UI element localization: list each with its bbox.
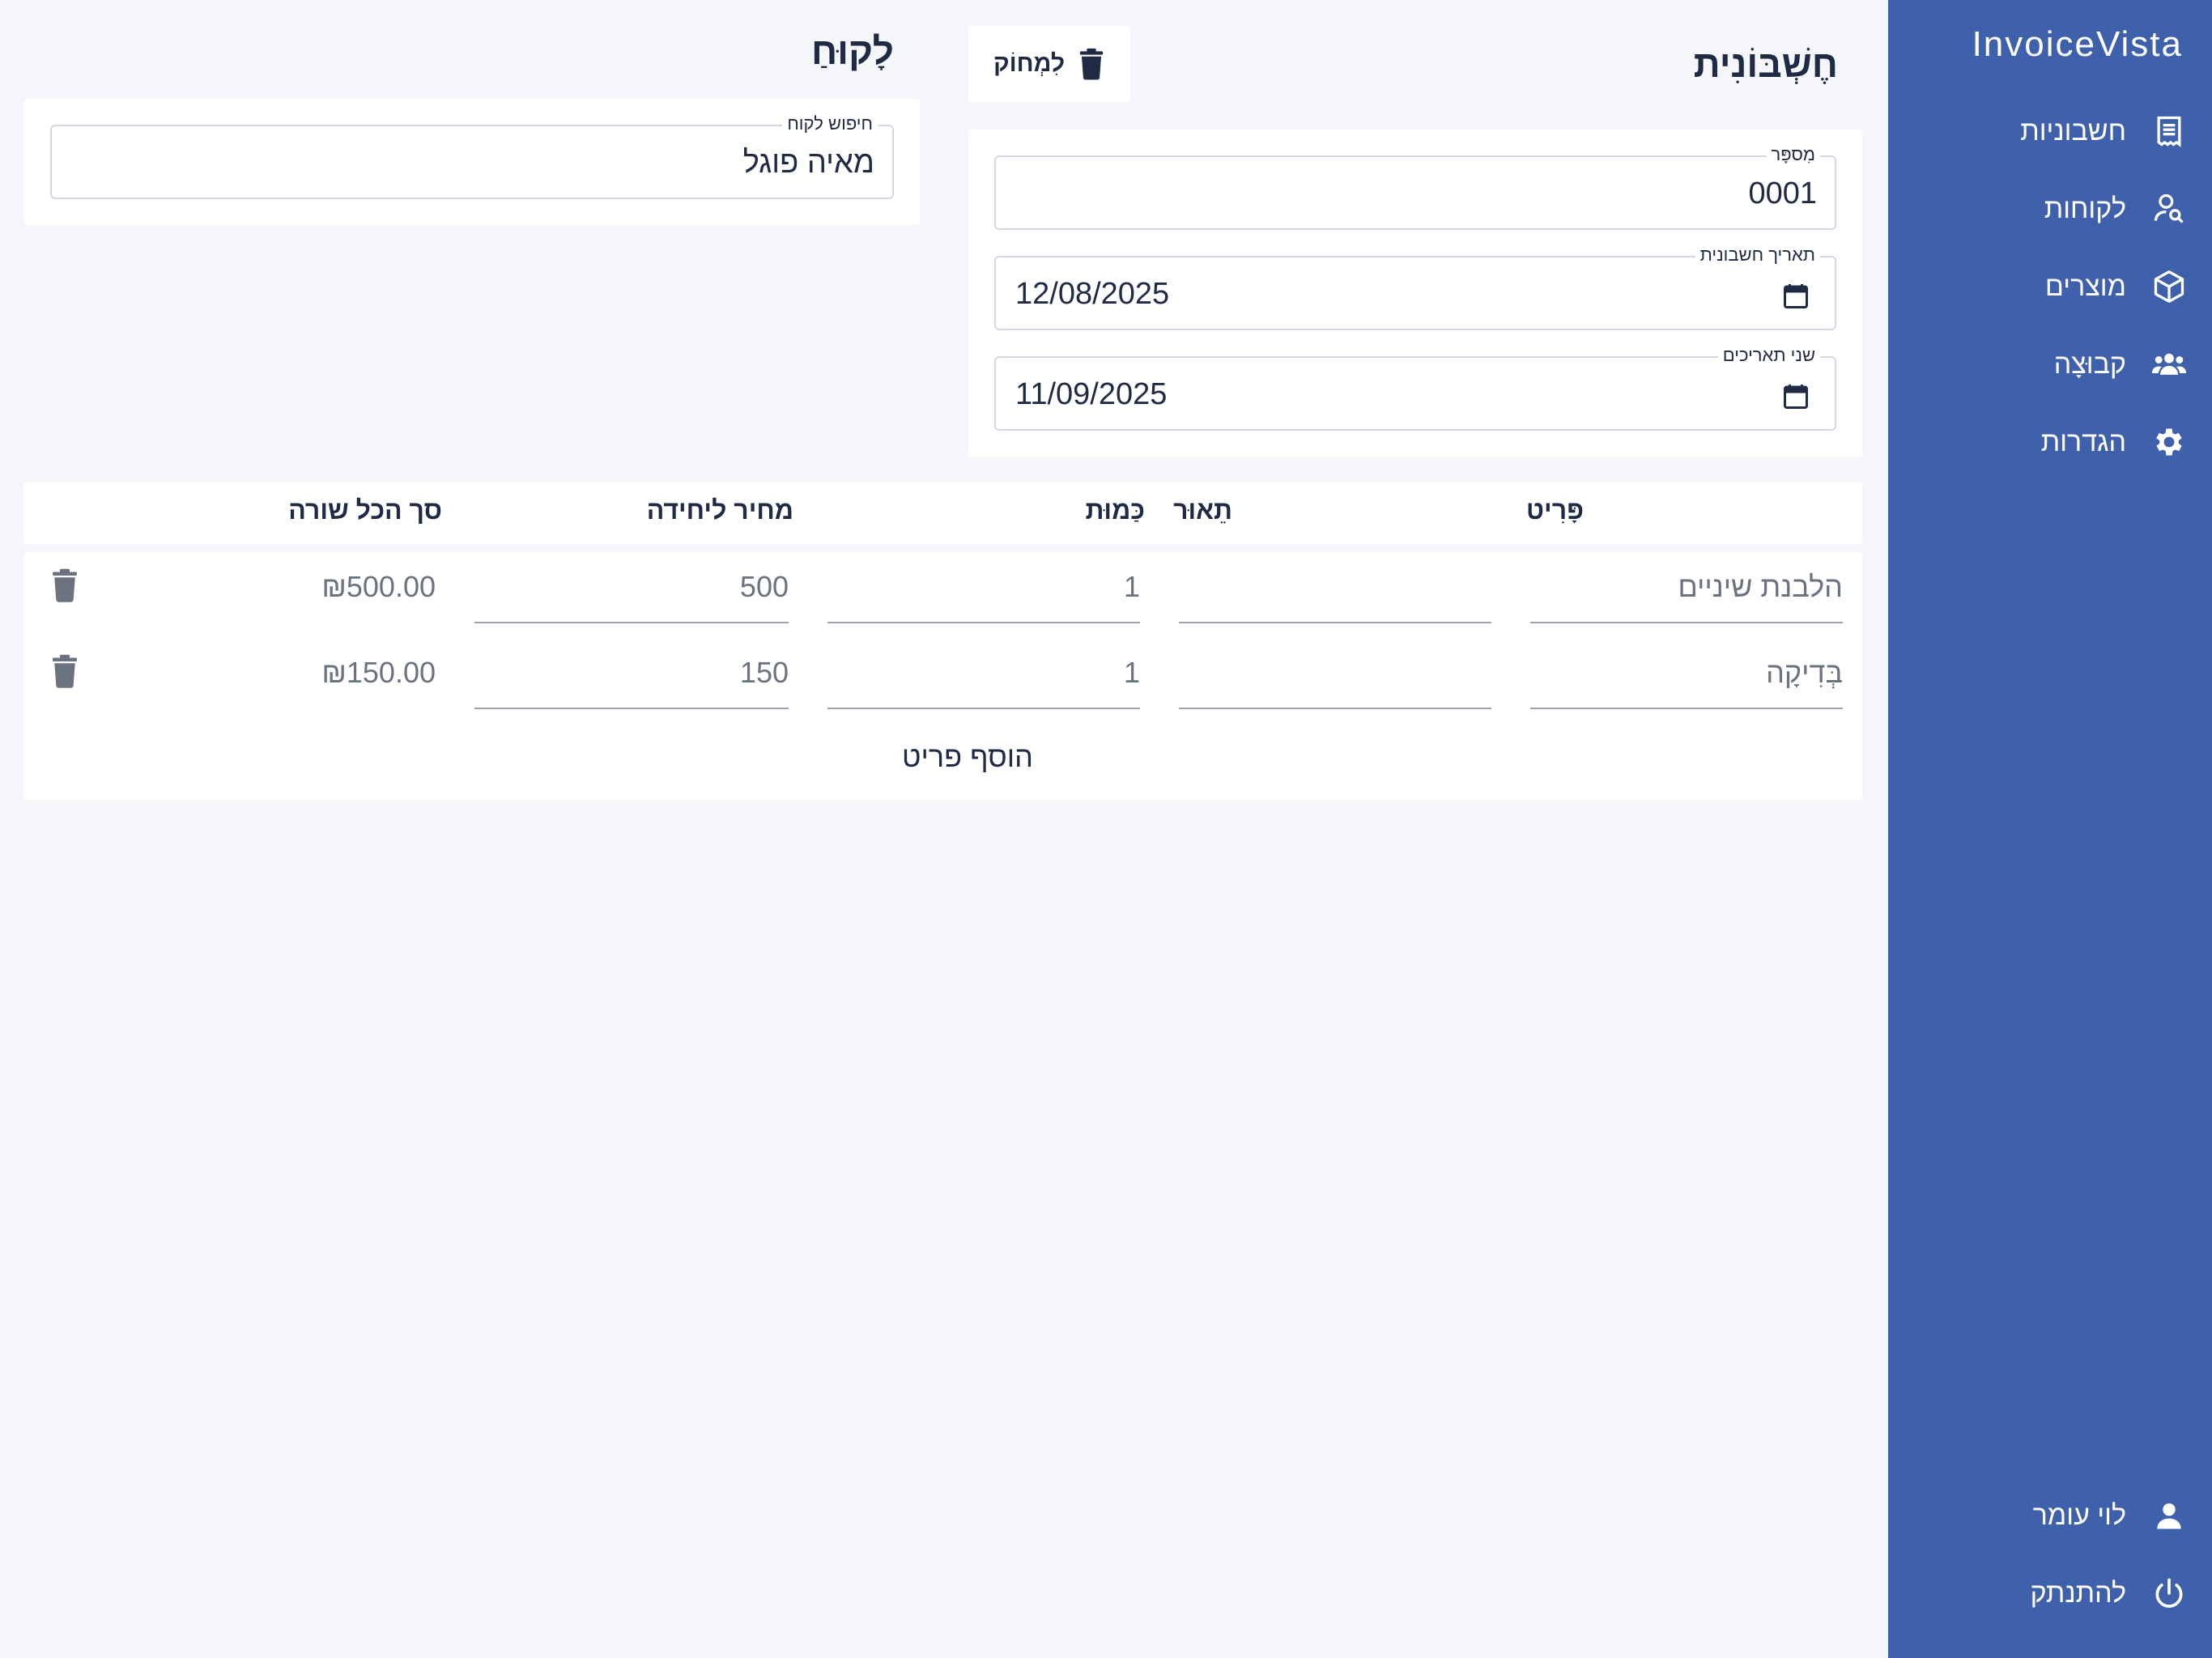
invoice-date-field[interactable]: תאריך חשבונית 12/08/2025 [994, 244, 1836, 330]
customer-title: לָקוּחַ [810, 30, 894, 72]
col-header-unit-price: מחיר ליחידה [646, 495, 793, 525]
nav-item-label: מוצרים [2044, 270, 2126, 302]
user-search-icon [2150, 190, 2188, 227]
description-input[interactable] [1179, 567, 1491, 623]
trash-icon [1078, 48, 1105, 80]
customer-card: חיפוש לקוח מאיה פוגל [24, 99, 920, 225]
quantity-input[interactable]: 1 [827, 653, 1140, 709]
quantity-value: 1 [1123, 656, 1140, 689]
line-total: ₪500.00 [321, 570, 436, 603]
nav-item-customers[interactable]: לקוחות [2044, 183, 2188, 235]
invoice-number-field[interactable]: מִספָּר 0001 [994, 144, 1836, 230]
cube-icon [2150, 268, 2188, 305]
delete-row-icon[interactable] [50, 568, 79, 602]
logout-button[interactable]: להתנתק [2031, 1567, 2188, 1619]
nav-item-label: קבוּצָה [2053, 348, 2126, 380]
invoice-number-value: 0001 [1748, 176, 1817, 210]
user-name: לוי עומר [2032, 1499, 2126, 1531]
due-date-field[interactable]: שני תאריכים 11/09/2025 [994, 345, 1836, 431]
due-date-label: שני תאריכים [1717, 345, 1820, 366]
item-value: הלבנת שיניים [1678, 570, 1843, 603]
delete-label: לִמְחוֹק [993, 50, 1065, 77]
nav-item-label: לקוחות [2044, 193, 2126, 224]
customer-search-field[interactable]: חיפוש לקוח מאיה פוגל [50, 113, 894, 199]
invoice-date-label: תאריך חשבונית [1695, 244, 1820, 266]
sidebar: InvoiceVista חשבוניות לקוחות מוצרים קבוּ… [1888, 0, 2212, 1658]
customer-search-value: מאיה פוגל [742, 146, 874, 180]
add-item-button[interactable]: הוסף פריט [858, 740, 1077, 774]
brand-logo: InvoiceVista [1972, 24, 2183, 64]
user-icon [2150, 1497, 2188, 1534]
nav-item-label: הגדרות [2040, 426, 2126, 457]
calendar-icon[interactable] [1781, 282, 1810, 311]
due-date-value: 11/09/2025 [1015, 377, 1168, 411]
item-input[interactable]: בְּדִיקָה [1530, 653, 1843, 709]
power-icon [2150, 1575, 2188, 1612]
delete-invoice-button[interactable]: לִמְחוֹק [968, 26, 1130, 102]
quantity-input[interactable]: 1 [827, 567, 1140, 623]
col-header-line-total: סך הכל שורה [288, 495, 442, 525]
invoice-date-value: 12/08/2025 [1015, 277, 1170, 311]
unit-price-value: 500 [739, 570, 789, 603]
unit-price-input[interactable]: 500 [474, 567, 789, 623]
invoice-number-label: מִספָּר [1766, 144, 1820, 165]
nav-item-group[interactable]: קבוּצָה [2054, 338, 2188, 390]
item-value: בְּדִיקָה [1766, 656, 1843, 689]
user-profile[interactable]: לוי עומר [2033, 1490, 2188, 1541]
col-header-description: תֵאוּר [1173, 495, 1232, 525]
nav-item-label: חשבוניות [2020, 115, 2126, 147]
unit-price-input[interactable]: 150 [474, 653, 789, 709]
line-total: ₪150.00 [321, 656, 436, 689]
nav-item-products[interactable]: מוצרים [2045, 261, 2188, 312]
receipt-icon [2150, 113, 2188, 150]
nav-item-invoices[interactable]: חשבוניות [2020, 105, 2188, 157]
gear-icon [2150, 423, 2188, 461]
logout-label: להתנתק [2030, 1577, 2126, 1609]
col-header-quantity: כַּמוּת [1085, 495, 1145, 525]
group-icon [2150, 346, 2188, 383]
item-input[interactable]: הלבנת שיניים [1530, 567, 1843, 623]
col-header-item: פָּרִיט [1526, 495, 1584, 525]
invoice-details-card: מִספָּר 0001 תאריך חשבונית 12/08/2025 שנ… [968, 130, 1862, 457]
delete-row-icon[interactable] [50, 654, 79, 688]
description-input[interactable] [1179, 653, 1491, 709]
nav-item-settings[interactable]: הגדרות [2041, 416, 2188, 468]
customer-search-label: חיפוש לקוח [782, 113, 878, 134]
invoice-title: חֶשְׁבּוֹנִית [1693, 43, 1838, 85]
quantity-value: 1 [1123, 570, 1140, 603]
calendar-icon[interactable] [1781, 382, 1810, 411]
unit-price-value: 150 [739, 656, 789, 689]
